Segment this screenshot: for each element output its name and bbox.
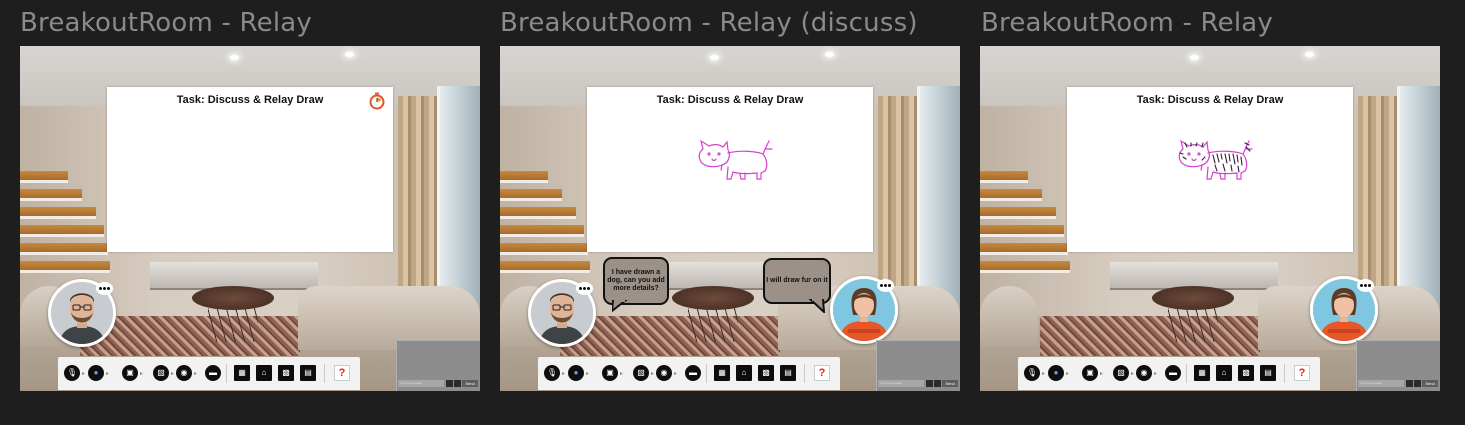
grid-icon[interactable]: ▦ <box>714 365 730 381</box>
armchair <box>980 286 1038 346</box>
animal-sketch-with-fur <box>1178 139 1253 180</box>
chat-icon[interactable]: ▬ <box>1165 365 1181 381</box>
typing-indicator-icon <box>576 282 593 295</box>
frame-title: BreakoutRoom - Relay <box>20 8 312 38</box>
send-button[interactable]: Send <box>462 380 478 387</box>
animal-sketch <box>698 139 773 180</box>
notes-icon[interactable]: ▤ <box>780 365 796 381</box>
emoji-icon[interactable] <box>926 380 933 387</box>
whiteboard[interactable]: Task: Discuss & Relay Draw <box>107 87 393 252</box>
ceiling-light <box>710 55 719 60</box>
breakout-room-frame: Task: Discuss & Relay Draw Type a messag… <box>20 46 480 391</box>
camera-icon[interactable]: ● <box>1048 365 1064 381</box>
layout-icon[interactable]: ▩ <box>1238 365 1254 381</box>
notes-icon[interactable]: ▤ <box>1260 365 1276 381</box>
board-title: Task: Discuss & Relay Draw <box>176 94 324 106</box>
meeting-toolbar: 🎙 ● ▣ ▧ ◉ ▬ ▦ ⌂ ▩ ▤ ? <box>58 357 360 390</box>
attach-icon[interactable] <box>454 380 461 387</box>
meeting-toolbar: 🎙 ● ▣ ▧ ◉ ▬ ▦ ⌂ ▩ ▤ ? <box>1018 357 1320 390</box>
coffee-table <box>672 286 754 310</box>
home-icon[interactable]: ⌂ <box>256 365 272 381</box>
whiteboard[interactable]: Task: Discuss & Relay Draw <box>1067 87 1353 252</box>
stopwatch-icon[interactable] <box>368 92 386 110</box>
home-icon[interactable]: ⌂ <box>1216 365 1232 381</box>
frame-title: BreakoutRoom - Relay (discuss) <box>500 8 918 38</box>
chat-input[interactable]: Type a message <box>878 380 924 387</box>
help-button[interactable]: ? <box>814 365 830 381</box>
screen-share-icon[interactable]: ▧ <box>153 365 169 381</box>
coffee-table <box>192 286 274 310</box>
self-view-chat-bar: Type a message Send <box>876 380 960 388</box>
attach-icon[interactable] <box>1414 380 1421 387</box>
send-button[interactable]: Send <box>1422 380 1438 387</box>
camera-icon[interactable]: ● <box>88 365 104 381</box>
staircase <box>980 171 1075 301</box>
microphone-icon[interactable]: 🎙 <box>544 365 560 381</box>
board-title: Task: Discuss & Relay Draw <box>656 94 804 106</box>
meeting-toolbar: 🎙 ● ▣ ▧ ◉ ▬ ▦ ⌂ ▩ ▤ ? <box>538 357 840 390</box>
grid-icon[interactable]: ▦ <box>1194 365 1210 381</box>
screen-share-icon[interactable]: ▧ <box>1113 365 1129 381</box>
reaction-icon[interactable]: ◉ <box>176 365 192 381</box>
microphone-icon[interactable]: 🎙 <box>64 365 80 381</box>
speech-bubble-tail <box>612 300 628 312</box>
speech-bubble-man: I have drawn a dog, can you add more det… <box>603 257 669 305</box>
rug <box>1040 316 1260 356</box>
self-view-chat-bar: Type a message Send <box>396 380 480 388</box>
camera-icon[interactable]: ● <box>568 365 584 381</box>
video-icon[interactable]: ▣ <box>1082 365 1098 381</box>
ceiling-light <box>345 52 354 57</box>
breakout-room-frame: Task: Discuss & Relay Draw Type a messag… <box>980 46 1440 391</box>
home-icon[interactable]: ⌂ <box>736 365 752 381</box>
emoji-icon[interactable] <box>1406 380 1413 387</box>
whiteboard[interactable]: Task: Discuss & Relay Draw <box>587 87 873 252</box>
video-icon[interactable]: ▣ <box>602 365 618 381</box>
board-title: Task: Discuss & Relay Draw <box>1136 94 1284 106</box>
chat-input[interactable]: Type a message <box>398 380 444 387</box>
help-button[interactable]: ? <box>1294 365 1310 381</box>
chat-input[interactable]: Type a message <box>1358 380 1404 387</box>
microphone-icon[interactable]: 🎙 <box>1024 365 1040 381</box>
typing-indicator-icon <box>877 279 894 292</box>
speech-bubble-woman: I will draw fur on it <box>763 258 831 304</box>
frame-title: BreakoutRoom - Relay <box>981 8 1273 38</box>
layout-icon[interactable]: ▩ <box>758 365 774 381</box>
self-view-chat-bar: Type a message Send <box>1356 380 1440 388</box>
help-button[interactable]: ? <box>334 365 350 381</box>
attach-icon[interactable] <box>934 380 941 387</box>
send-button[interactable]: Send <box>942 380 958 387</box>
ceiling-light <box>825 52 834 57</box>
layout-icon[interactable]: ▩ <box>278 365 294 381</box>
typing-indicator-icon <box>96 282 113 295</box>
ceiling-light <box>230 55 239 60</box>
screen-share-icon[interactable]: ▧ <box>633 365 649 381</box>
emoji-icon[interactable] <box>446 380 453 387</box>
reaction-icon[interactable]: ◉ <box>1136 365 1152 381</box>
grid-icon[interactable]: ▦ <box>234 365 250 381</box>
notes-icon[interactable]: ▤ <box>300 365 316 381</box>
reaction-icon[interactable]: ◉ <box>656 365 672 381</box>
breakout-room-frame: Task: Discuss & Relay Draw I have drawn … <box>500 46 960 391</box>
typing-indicator-icon <box>1357 279 1374 292</box>
video-icon[interactable]: ▣ <box>122 365 138 381</box>
speech-bubble-tail <box>808 299 826 313</box>
chat-icon[interactable]: ▬ <box>685 365 701 381</box>
ceiling-light <box>1190 55 1199 60</box>
coffee-table <box>1152 286 1234 310</box>
chat-icon[interactable]: ▬ <box>205 365 221 381</box>
ceiling-light <box>1305 52 1314 57</box>
